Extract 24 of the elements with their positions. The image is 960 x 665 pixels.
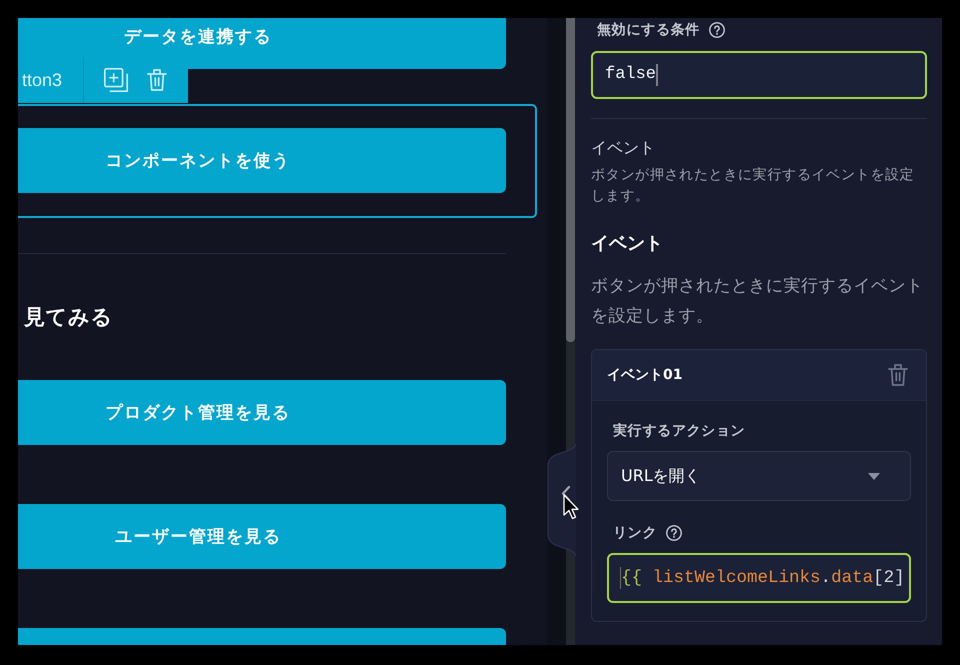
field-label: 無効にする条件 <box>597 21 700 40</box>
collapse-panel-tab[interactable] <box>547 443 576 557</box>
scrollbar-thumb[interactable] <box>566 18 575 342</box>
section-description: ボタンが押されたときに実行するイベントを設定します。 <box>591 166 916 206</box>
chevron-left-icon[interactable] <box>562 486 570 502</box>
condition-input[interactable]: false <box>591 51 927 99</box>
mouse-pointer-icon <box>563 494 579 520</box>
canvas-button[interactable]: ユーザー管理を見る <box>18 504 506 569</box>
field-label: リンク <box>613 524 658 543</box>
action-select[interactable]: URLを開く <box>607 451 911 501</box>
canvas-button[interactable]: データを連携する <box>18 18 506 69</box>
events-heading: イベント <box>591 232 664 256</box>
caret-down-icon <box>868 472 880 480</box>
duplicate-icon[interactable] <box>104 68 128 92</box>
field-label: 実行するアクション <box>613 422 746 441</box>
events-description: ボタンが押されたときに実行するイベントを設定します。 <box>591 275 924 328</box>
canvas-button[interactable]: プロダクト管理を見る <box>18 380 506 445</box>
canvas-button[interactable]: コンポーネントを使う <box>18 128 506 193</box>
link-input[interactable]: {{ listWelcomeLinks.data[2] <box>607 553 911 603</box>
event-title: イベント01 <box>607 366 682 384</box>
component-name-label: tton3 <box>22 70 62 90</box>
trash-icon[interactable] <box>888 364 908 386</box>
section-heading: 見てみる <box>24 304 113 331</box>
section-title: イベント <box>591 137 656 159</box>
